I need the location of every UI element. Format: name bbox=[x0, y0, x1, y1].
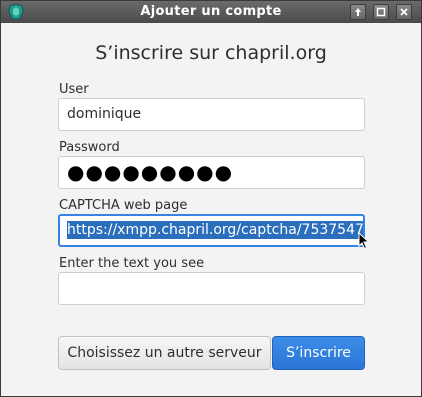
choose-other-server-button[interactable]: Choisissez un autre serveur bbox=[58, 336, 271, 370]
user-label: User bbox=[59, 82, 89, 97]
pin-button[interactable] bbox=[350, 4, 366, 20]
password-field[interactable]: ●●●●●●●●● bbox=[58, 156, 365, 189]
close-button[interactable] bbox=[396, 4, 412, 20]
user-field[interactable]: dominique bbox=[58, 98, 365, 131]
title-bar[interactable]: Ajouter un compte bbox=[1, 1, 421, 23]
register-button[interactable]: S’inscrire bbox=[272, 336, 365, 370]
pin-icon bbox=[355, 8, 361, 16]
captcha-url-value: https://xmpp.chapril.org/captcha/7537547… bbox=[67, 221, 363, 239]
user-value: dominique bbox=[67, 106, 142, 122]
captcha-page-label: CAPTCHA web page bbox=[59, 198, 188, 213]
captcha-text-field[interactable] bbox=[58, 272, 365, 305]
add-account-window: Ajouter un compte S’inscrire sur chapril… bbox=[0, 0, 422, 397]
mouse-pointer-icon bbox=[358, 232, 370, 250]
maximize-button[interactable] bbox=[373, 4, 389, 20]
close-icon bbox=[400, 8, 408, 16]
dialog-content: S’inscrire sur chapril.org User dominiqu… bbox=[1, 23, 421, 396]
maximize-icon bbox=[376, 7, 386, 17]
captcha-text-label: Enter the text you see bbox=[59, 256, 205, 271]
captcha-url-field[interactable]: https://xmpp.chapril.org/captcha/7537547… bbox=[58, 214, 365, 247]
page-title: S’inscrire sur chapril.org bbox=[95, 42, 327, 64]
password-value: ●●●●●●●●● bbox=[67, 160, 234, 184]
password-label: Password bbox=[59, 140, 120, 155]
